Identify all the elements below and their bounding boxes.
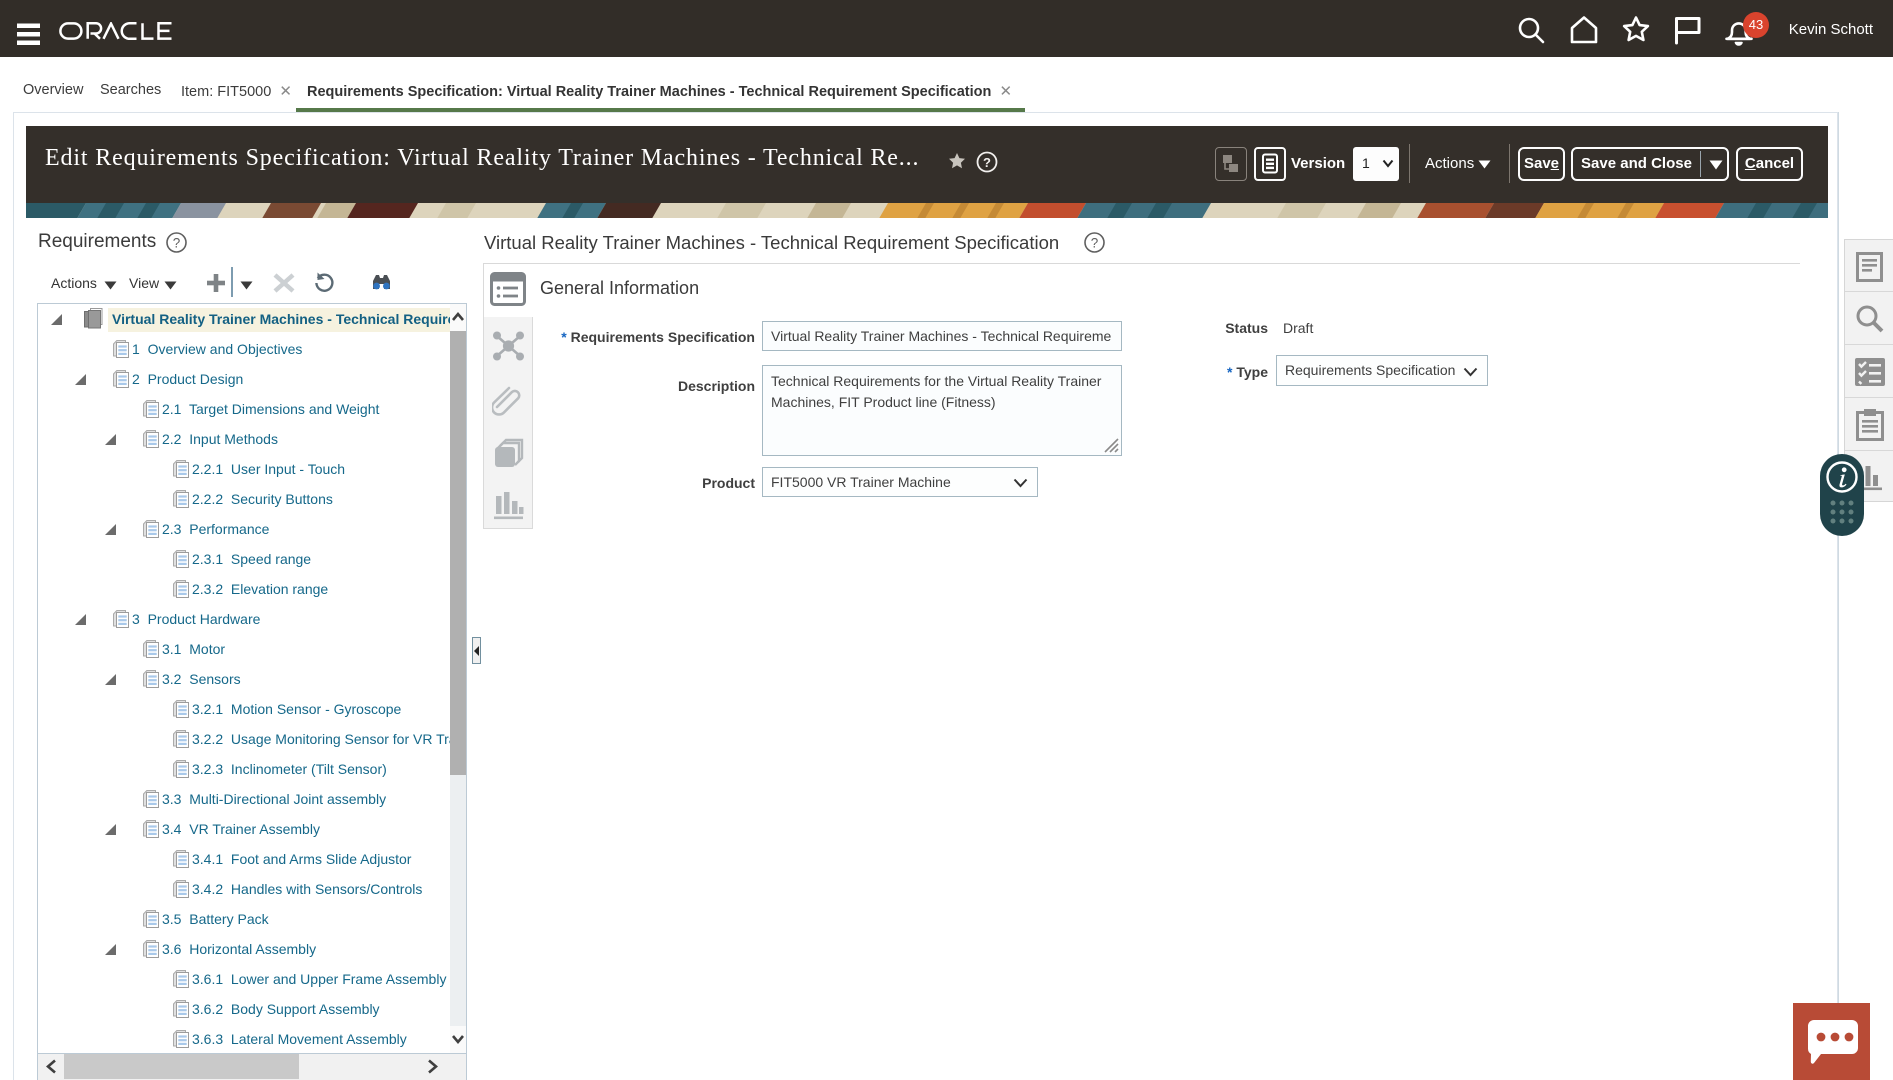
svg-text:?: ? xyxy=(983,155,991,170)
svg-text:?: ? xyxy=(1091,236,1099,251)
svg-text:?: ? xyxy=(173,236,181,251)
